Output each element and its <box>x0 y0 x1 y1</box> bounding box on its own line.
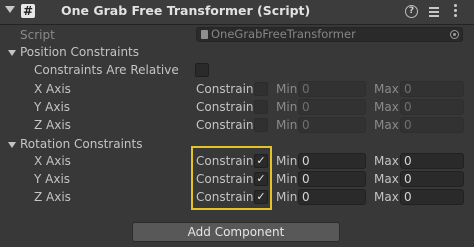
component-header: # One Grab Free Transformer (Script) ? <box>0 0 474 25</box>
position-z-min-field[interactable]: 0 <box>298 117 366 133</box>
component-enabled-toggle[interactable]: # <box>21 4 35 18</box>
rotation-x-min-field[interactable]: 0 <box>298 153 366 169</box>
foldout-arrow-icon[interactable] <box>5 6 15 13</box>
position-x-max-field[interactable]: 0 <box>400 81 464 97</box>
rotation-z-label: Z Axis <box>34 190 71 204</box>
script-value: OneGrabFreeTransformer <box>211 27 356 41</box>
rotation-x-min-label: Min <box>276 154 298 168</box>
rotation-foldout-arrow-icon[interactable] <box>8 142 16 148</box>
object-picker-icon[interactable] <box>450 30 459 39</box>
rotation-x-label: X Axis <box>34 154 71 168</box>
position-x-constrain-checkbox[interactable] <box>254 82 268 96</box>
position-x-min-field[interactable]: 0 <box>298 81 366 97</box>
add-component-button[interactable]: Add Component <box>132 222 340 242</box>
position-z-max-field[interactable]: 0 <box>400 117 464 133</box>
position-constraints-heading[interactable]: Position Constraints <box>20 45 139 59</box>
rotation-z-min-label: Min <box>276 190 298 204</box>
constraints-relative-checkbox[interactable] <box>195 63 209 77</box>
position-y-constrain-label: Constrain <box>196 100 254 114</box>
rotation-y-min-label: Min <box>276 172 298 186</box>
position-z-max-label: Max <box>374 118 399 132</box>
position-y-min-label: Min <box>276 100 298 114</box>
script-object-field[interactable]: OneGrabFreeTransformer <box>196 27 463 42</box>
rotation-y-label: Y Axis <box>34 172 71 186</box>
position-z-min-label: Min <box>276 118 298 132</box>
rotation-x-max-field[interactable]: 0 <box>400 153 464 169</box>
rotation-y-max-label: Max <box>374 172 399 186</box>
constraints-relative-label: Constraints Are Relative <box>34 63 179 77</box>
rotation-y-min-field[interactable]: 0 <box>298 171 366 187</box>
context-menu-icon[interactable] <box>450 3 460 19</box>
position-y-max-field[interactable]: 0 <box>400 99 464 115</box>
position-x-min-label: Min <box>276 82 298 96</box>
position-y-label: Y Axis <box>34 100 71 114</box>
rotation-z-max-field[interactable]: 0 <box>400 189 464 205</box>
rotation-y-max-field[interactable]: 0 <box>400 171 464 187</box>
position-y-min-field[interactable]: 0 <box>298 99 366 115</box>
position-y-max-label: Max <box>374 100 399 114</box>
position-x-label: X Axis <box>34 82 71 96</box>
component-title: One Grab Free Transformer (Script) <box>61 3 311 18</box>
rotation-constraints-heading[interactable]: Rotation Constraints <box>20 137 142 151</box>
position-z-constrain-label: Constrain <box>196 118 254 132</box>
position-y-constrain-checkbox[interactable] <box>254 100 268 114</box>
position-x-max-label: Max <box>374 82 399 96</box>
help-icon[interactable]: ? <box>405 5 418 18</box>
script-label: Script <box>20 28 55 42</box>
rotation-z-max-label: Max <box>374 190 399 204</box>
constrain-highlight-box <box>191 146 272 210</box>
position-foldout-arrow-icon[interactable] <box>8 50 16 56</box>
rotation-z-min-field[interactable]: 0 <box>298 189 366 205</box>
position-z-constrain-checkbox[interactable] <box>254 118 268 132</box>
preset-icon[interactable] <box>427 5 441 18</box>
position-x-constrain-label: Constrain <box>196 82 254 96</box>
position-z-label: Z Axis <box>34 118 71 132</box>
rotation-x-max-label: Max <box>374 154 399 168</box>
script-asset-icon <box>201 30 208 39</box>
